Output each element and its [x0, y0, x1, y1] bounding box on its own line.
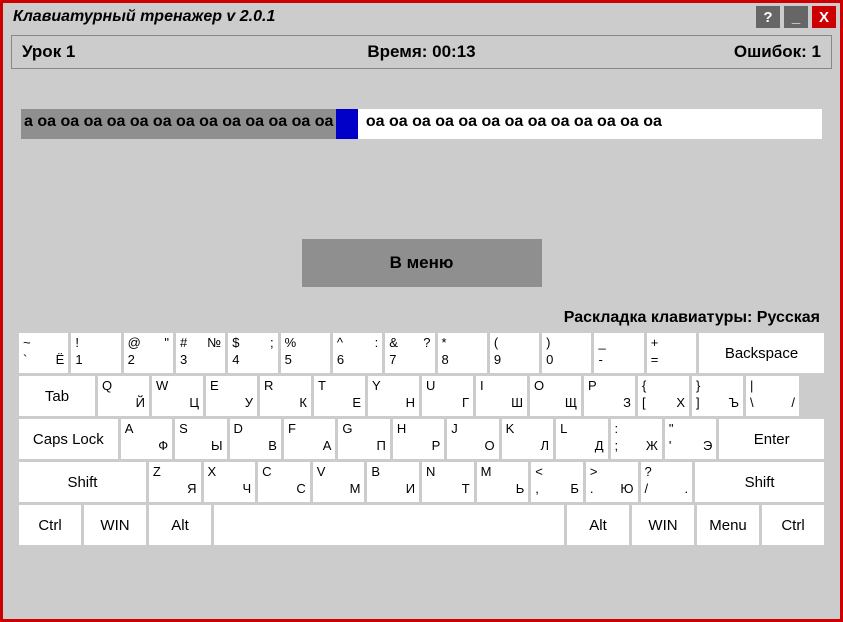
key[interactable]: AФ — [121, 419, 172, 459]
key[interactable]: MЬ — [477, 462, 529, 502]
key[interactable]: GП — [338, 419, 389, 459]
key-win[interactable]: WIN — [84, 505, 146, 545]
key[interactable]: HР — [393, 419, 444, 459]
key[interactable]: ZЯ — [149, 462, 201, 502]
key[interactable]: OЩ — [530, 376, 581, 416]
key[interactable]: $;4 — [228, 333, 277, 373]
key[interactable]: :;Ж — [611, 419, 662, 459]
key[interactable]: RК — [260, 376, 311, 416]
lesson-label: Урок 1 — [22, 42, 288, 62]
key[interactable]: ?/. — [641, 462, 693, 502]
key-space[interactable] — [214, 505, 564, 545]
key[interactable]: LД — [556, 419, 607, 459]
key[interactable]: VМ — [313, 462, 365, 502]
key[interactable]: @"2 — [124, 333, 173, 373]
key[interactable]: BИ — [367, 462, 419, 502]
key[interactable]: CС — [258, 462, 310, 502]
keyboard: ~`Ё!1@"2#№3$;4%5^:6&?7*8(9)0_-+=Backspac… — [19, 333, 824, 545]
key[interactable]: _- — [594, 333, 643, 373]
key[interactable]: )0 — [542, 333, 591, 373]
typing-cursor — [336, 109, 358, 139]
key-alt[interactable]: Alt — [567, 505, 629, 545]
key[interactable]: (9 — [490, 333, 539, 373]
key[interactable]: SЫ — [175, 419, 226, 459]
app-title: Клавиатурный тренажер v 2.0.1 — [7, 8, 756, 26]
key[interactable]: "'Э — [665, 419, 716, 459]
key[interactable]: DВ — [230, 419, 281, 459]
key[interactable]: UГ — [422, 376, 473, 416]
key[interactable]: ~`Ё — [19, 333, 68, 373]
key-ctrl[interactable]: Ctrl — [19, 505, 81, 545]
titlebar: Клавиатурный тренажер v 2.0.1 ? _ X — [3, 3, 840, 31]
key-menu[interactable]: Menu — [697, 505, 759, 545]
key-ctrl[interactable]: Ctrl — [762, 505, 824, 545]
key[interactable]: #№3 — [176, 333, 225, 373]
key[interactable]: {[Х — [638, 376, 689, 416]
remaining-text: оа оа оа оа оа оа оа оа оа оа оа оа оа — [358, 109, 822, 139]
key[interactable]: KЛ — [502, 419, 553, 459]
key[interactable]: }]Ъ — [692, 376, 743, 416]
app-window: Клавиатурный тренажер v 2.0.1 ? _ X Урок… — [0, 0, 843, 622]
key-shift-left[interactable]: Shift — [19, 462, 146, 502]
key[interactable]: *8 — [438, 333, 487, 373]
key-backspace[interactable]: Backspace — [699, 333, 824, 373]
key[interactable]: XЧ — [204, 462, 256, 502]
key[interactable]: ^:6 — [333, 333, 382, 373]
key[interactable]: >.Ю — [586, 462, 638, 502]
key[interactable]: IШ — [476, 376, 527, 416]
key[interactable]: %5 — [281, 333, 330, 373]
help-button[interactable]: ? — [756, 6, 780, 28]
key[interactable]: YН — [368, 376, 419, 416]
key[interactable]: EУ — [206, 376, 257, 416]
menu-button[interactable]: В меню — [302, 239, 542, 287]
errors-label: Ошибок: 1 — [555, 42, 821, 62]
typed-text: а оа оа оа оа оа оа оа оа оа оа оа оа оа — [21, 109, 336, 139]
time-label: Время: 00:13 — [288, 42, 554, 62]
key[interactable]: &?7 — [385, 333, 434, 373]
key[interactable]: WЦ — [152, 376, 203, 416]
key[interactable]: QЙ — [98, 376, 149, 416]
minimize-button[interactable]: _ — [784, 6, 808, 28]
key[interactable]: |\/ — [746, 376, 799, 416]
key[interactable]: NТ — [422, 462, 474, 502]
key[interactable]: <,Б — [531, 462, 583, 502]
key[interactable]: PЗ — [584, 376, 635, 416]
key-capslock[interactable]: Caps Lock — [19, 419, 118, 459]
key-enter[interactable]: Enter — [719, 419, 824, 459]
key[interactable]: !1 — [71, 333, 120, 373]
typing-area[interactable]: а оа оа оа оа оа оа оа оа оа оа оа оа оа… — [21, 109, 822, 139]
key-win[interactable]: WIN — [632, 505, 694, 545]
key-alt[interactable]: Alt — [149, 505, 211, 545]
key[interactable]: FА — [284, 419, 335, 459]
status-bar: Урок 1 Время: 00:13 Ошибок: 1 — [11, 35, 832, 69]
key[interactable]: += — [647, 333, 696, 373]
key-tab[interactable]: Tab — [19, 376, 95, 416]
close-button[interactable]: X — [812, 6, 836, 28]
key[interactable]: JО — [447, 419, 498, 459]
key[interactable]: TЕ — [314, 376, 365, 416]
keyboard-layout-label: Раскладка клавиатуры: Русская — [3, 309, 820, 327]
key-shift-right[interactable]: Shift — [695, 462, 824, 502]
